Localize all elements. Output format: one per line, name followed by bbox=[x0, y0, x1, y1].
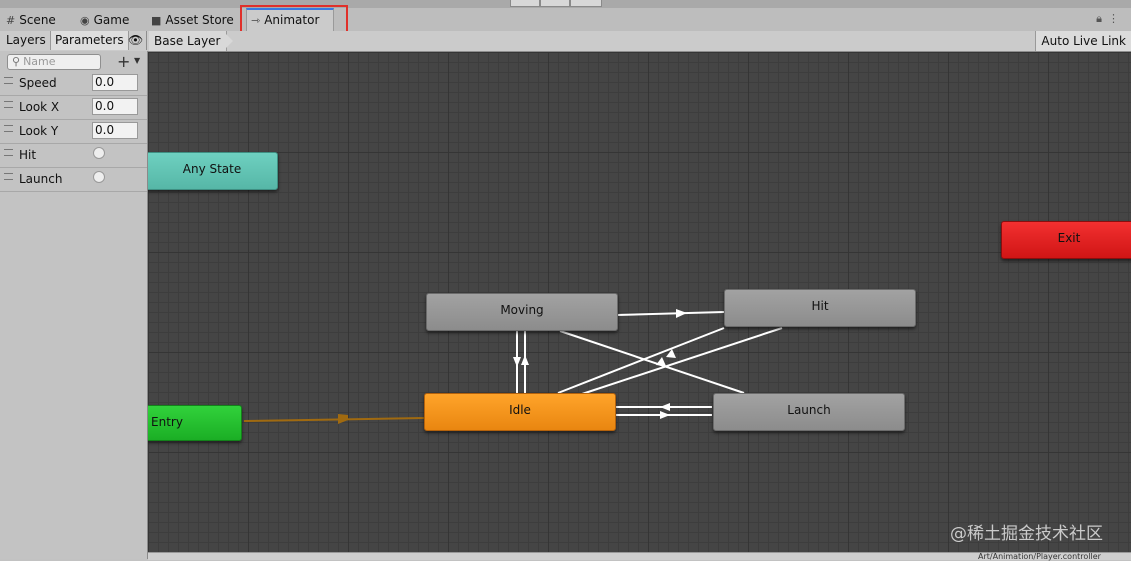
parameter-row-launch[interactable]: Launch bbox=[0, 168, 147, 192]
window-top-strip bbox=[0, 0, 1131, 8]
state-entry[interactable]: Entry bbox=[148, 405, 242, 441]
lock-icon[interactable]: 🔒︎ bbox=[1096, 12, 1108, 25]
breadcrumb-arrow bbox=[223, 31, 233, 51]
kebab-menu-icon[interactable]: ⋮ bbox=[1108, 12, 1125, 25]
transition-arrow bbox=[513, 357, 521, 367]
eye-toggle[interactable]: 👁︎ bbox=[124, 31, 147, 50]
parameter-name: Look Y bbox=[19, 124, 59, 138]
transition-moving-launch[interactable] bbox=[559, 330, 745, 394]
play-button[interactable] bbox=[510, 0, 540, 7]
transition-arrow bbox=[676, 309, 687, 318]
eye-icon: 👁︎ bbox=[128, 33, 144, 47]
parameters-button[interactable]: Parameters bbox=[51, 31, 129, 50]
tab-animator[interactable]: ⇾ Animator bbox=[246, 8, 334, 32]
transition-arrow bbox=[338, 414, 348, 424]
parameter-name: Launch bbox=[19, 172, 63, 186]
breadcrumb[interactable]: Base Layer bbox=[149, 31, 227, 51]
search-placeholder: Name bbox=[23, 55, 56, 68]
tab-animator-label: Animator bbox=[264, 13, 320, 27]
transition-arrow bbox=[660, 411, 670, 419]
drag-handle-icon[interactable] bbox=[4, 77, 13, 84]
state-moving[interactable]: Moving bbox=[426, 293, 618, 331]
transition-moving-hit[interactable] bbox=[616, 311, 725, 316]
drag-handle-icon[interactable] bbox=[4, 125, 13, 132]
trigger-radio[interactable] bbox=[93, 171, 105, 183]
animator-toolbar: Layers Parameters 👁︎ Base Layer Auto Liv… bbox=[0, 31, 1131, 52]
state-exit[interactable]: Exit bbox=[1001, 221, 1131, 259]
add-parameter-icon[interactable]: + bbox=[117, 52, 130, 71]
transition-idle-hit[interactable] bbox=[581, 327, 783, 395]
tab-asset-store[interactable]: ■ Asset Store bbox=[147, 10, 240, 31]
auto-live-link-button[interactable]: Auto Live Link bbox=[1035, 31, 1131, 51]
parameter-search-input[interactable]: ⚲ Name bbox=[7, 54, 101, 70]
transition-arrow bbox=[656, 357, 666, 366]
layers-button[interactable]: Layers bbox=[2, 31, 51, 50]
transition-lines bbox=[243, 309, 783, 424]
parameter-name: Speed bbox=[19, 76, 57, 90]
transition-arrow bbox=[660, 403, 670, 411]
pause-button[interactable] bbox=[540, 0, 570, 7]
state-any-state[interactable]: Any State bbox=[148, 152, 278, 190]
transition-entry-idle[interactable] bbox=[243, 417, 425, 422]
tab-asset-store-label: Asset Store bbox=[165, 13, 234, 27]
transition-arrow bbox=[521, 355, 529, 365]
drag-handle-icon[interactable] bbox=[4, 173, 13, 180]
parameter-row-hit[interactable]: Hit bbox=[0, 144, 147, 168]
watermark: @稀土掘金技术社区 bbox=[950, 524, 1103, 544]
parameter-row-speed[interactable]: Speed 0.0 bbox=[0, 72, 147, 96]
parameters-panel: ⚲ Name + ▼ Speed 0.0 Look X 0.0 Look Y 0.… bbox=[0, 51, 148, 559]
store-bag-icon: ■ bbox=[151, 14, 162, 27]
tab-bar: # Scene ◉ Game ■ Asset Store ⇾ Animator 🔒︎⋮ bbox=[0, 8, 1131, 32]
parameter-row-look-x[interactable]: Look X 0.0 bbox=[0, 96, 147, 120]
tab-game-label: Game bbox=[93, 13, 130, 27]
drag-handle-icon[interactable] bbox=[4, 101, 13, 108]
state-launch[interactable]: Launch bbox=[713, 393, 905, 431]
tab-scene-label: Scene bbox=[19, 13, 56, 27]
chevron-down-icon[interactable]: ▼ bbox=[134, 56, 140, 65]
tab-bar-controls: 🔒︎⋮ bbox=[1096, 12, 1125, 26]
tab-game[interactable]: ◉ Game bbox=[76, 10, 135, 31]
search-icon: ⚲ bbox=[12, 55, 21, 68]
tab-scene[interactable]: # Scene bbox=[2, 10, 62, 31]
parameter-value-field[interactable]: 0.0 bbox=[92, 74, 138, 91]
parameter-value-field[interactable]: 0.0 bbox=[92, 122, 138, 139]
state-idle[interactable]: Idle bbox=[424, 393, 616, 431]
parameter-value-field[interactable]: 0.0 bbox=[92, 98, 138, 115]
gamepad-icon: ◉ bbox=[80, 14, 90, 27]
parameter-name: Look X bbox=[19, 100, 60, 114]
trigger-radio[interactable] bbox=[93, 147, 105, 159]
step-button[interactable] bbox=[570, 0, 602, 7]
state-hit[interactable]: Hit bbox=[724, 289, 916, 327]
parameter-row-look-y[interactable]: Look Y 0.0 bbox=[0, 120, 147, 144]
state-machine-graph[interactable]: Any State Entry Exit Moving Hit Idle Lau… bbox=[148, 52, 1131, 552]
animator-icon: ⇾ bbox=[251, 14, 261, 27]
grid-icon: # bbox=[6, 14, 16, 27]
parameter-name: Hit bbox=[19, 148, 37, 162]
drag-handle-icon[interactable] bbox=[4, 149, 13, 156]
